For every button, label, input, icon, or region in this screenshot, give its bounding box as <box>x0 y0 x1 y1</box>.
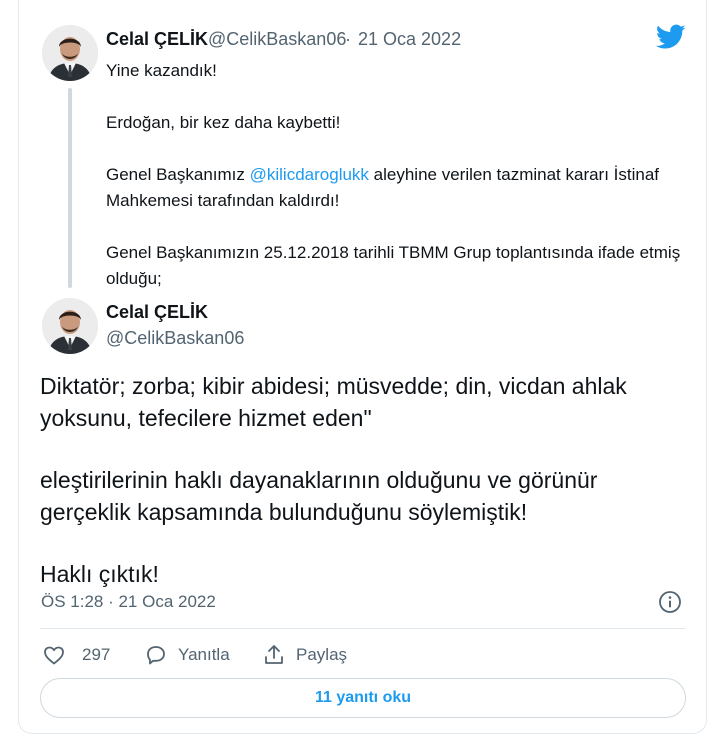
main-paragraph: Haklı çıktık! <box>40 561 159 587</box>
main-author-handle[interactable]: @CelikBaskan06 <box>106 328 244 349</box>
quoted-tweet-text: Yine kazandık! Erdoğan, bir kez daha kay… <box>106 58 686 318</box>
quoted-line: Yine kazandık! <box>106 61 217 80</box>
avatar-image <box>42 298 98 354</box>
thread-connector-line <box>68 88 72 288</box>
tweet-timestamp[interactable]: ÖS 1:28 · 21 Oca 2022 <box>41 592 216 612</box>
divider <box>40 628 686 629</box>
avatar[interactable] <box>42 25 98 81</box>
quoted-line: Genel Başkanımızın 25.12.2018 tarihli TB… <box>106 243 681 288</box>
share-label: Paylaş <box>296 645 348 664</box>
quoted-date[interactable]: 21 Oca 2022 <box>358 29 461 50</box>
main-tweet-text: Diktatör; zorba; kibir abidesi; müsvedde… <box>40 370 690 620</box>
quoted-line: Erdoğan, bir kez daha kaybetti! <box>106 113 341 132</box>
quoted-author-name[interactable]: Celal ÇELİK <box>106 29 208 50</box>
meta-separator: · <box>345 29 351 49</box>
like-button[interactable]: 297 <box>42 640 110 670</box>
share-upload-icon <box>265 645 283 664</box>
like-count: 297 <box>82 645 111 664</box>
twitter-bird-icon[interactable] <box>656 24 686 50</box>
quoted-line-prefix: Genel Başkanımız <box>106 165 250 184</box>
read-replies-button[interactable]: 11 yanıtı oku <box>40 678 686 718</box>
main-paragraph: Diktatör; zorba; kibir abidesi; müsvedde… <box>40 373 627 431</box>
heart-icon <box>44 646 64 665</box>
quoted-author-handle[interactable]: @CelikBaskan06 <box>208 29 346 50</box>
avatar-image <box>42 25 98 81</box>
reply-label: Yanıtla <box>178 645 230 664</box>
quoted-line: Genel Başkanımız @kilicdaroglukk aleyhin… <box>106 162 686 214</box>
mention-link[interactable]: @kilicdaroglukk <box>250 165 369 184</box>
main-paragraph: eleştirilerinin haklı dayanaklarının old… <box>40 467 598 525</box>
share-button[interactable]: Paylaş <box>262 640 347 670</box>
reply-button[interactable]: Yanıtla <box>144 640 230 670</box>
avatar[interactable] <box>42 298 98 354</box>
info-icon[interactable] <box>658 590 682 614</box>
speech-bubble-icon <box>147 646 165 665</box>
main-author-name[interactable]: Celal ÇELİK <box>106 302 208 323</box>
